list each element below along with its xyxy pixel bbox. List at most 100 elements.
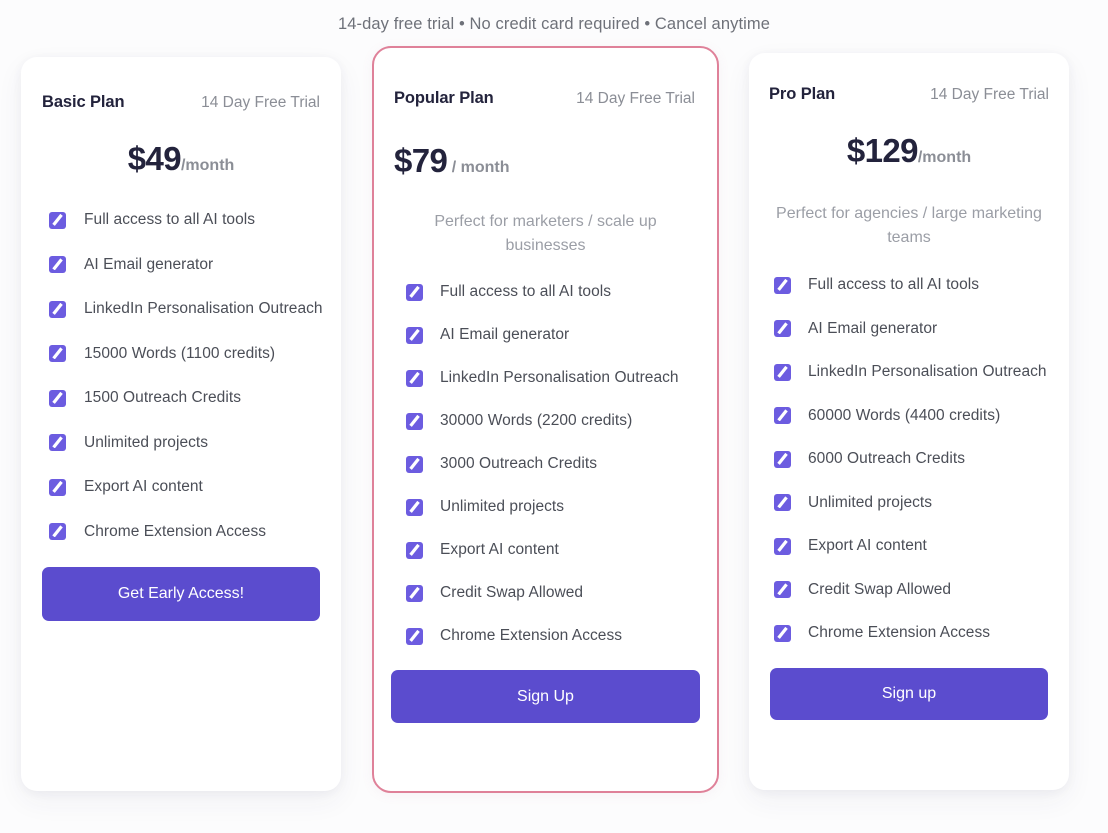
sign-up-button-popular[interactable]: Sign Up xyxy=(391,670,700,723)
card-header-pro: Pro Plan 14 Day Free Trial xyxy=(769,85,1049,104)
feature-label: LinkedIn Personalisation Outreach xyxy=(440,369,679,386)
check-slash-icon xyxy=(774,276,791,294)
check-slash-icon xyxy=(49,300,66,318)
check-slash-icon xyxy=(406,498,423,516)
feature-label: Chrome Extension Access xyxy=(808,624,991,641)
list-item: Full access to all AI tools xyxy=(49,211,341,229)
list-item: Credit Swap Allowed xyxy=(406,584,717,602)
feature-label: Export AI content xyxy=(440,541,559,558)
price-amount-popular: $79 xyxy=(394,142,448,179)
feature-label: Full access to all AI tools xyxy=(84,211,256,228)
list-item: Export AI content xyxy=(774,537,1069,555)
check-slash-icon xyxy=(406,627,423,645)
list-item: 30000 Words (2200 credits) xyxy=(406,412,717,430)
list-item: Export AI content xyxy=(49,478,341,496)
check-slash-icon xyxy=(406,369,423,387)
list-item: AI Email generator xyxy=(406,326,717,344)
list-item: Chrome Extension Access xyxy=(406,627,717,645)
price-pro: $129/month xyxy=(749,132,1069,170)
check-slash-icon xyxy=(774,537,791,555)
feature-label: Full access to all AI tools xyxy=(440,283,612,300)
list-item: 3000 Outreach Credits xyxy=(406,455,717,473)
price-amount-pro: $129 xyxy=(846,132,919,169)
list-item: LinkedIn Personalisation Outreach xyxy=(49,300,341,318)
feature-label: Chrome Extension Access xyxy=(84,522,267,540)
feature-label: Unlimited projects xyxy=(808,493,933,511)
pricing-card-pro: Pro Plan 14 Day Free Trial $129/month Pe… xyxy=(749,53,1069,790)
check-slash-icon xyxy=(774,320,791,337)
pricing-card-basic: Basic Plan 14 Day Free Trial $49/month F… xyxy=(21,57,341,791)
list-item: Credit Swap Allowed xyxy=(774,581,1069,599)
check-slash-icon xyxy=(406,412,423,430)
plan-name-popular: Popular Plan xyxy=(394,89,494,107)
check-slash-icon xyxy=(49,434,66,451)
list-item: Chrome Extension Access xyxy=(774,624,1069,642)
price-popular: $79 / month xyxy=(394,142,717,180)
price-amount-basic: $49 xyxy=(127,140,182,177)
check-slash-icon xyxy=(774,624,791,642)
plan-subtitle-pro: Perfect for agencies / large marketing t… xyxy=(776,205,1042,246)
feature-label: Export AI content xyxy=(808,537,927,554)
feature-label: 30000 Words (2200 credits) xyxy=(440,412,633,429)
check-slash-icon xyxy=(774,450,791,468)
feature-label: AI Email generator xyxy=(84,255,214,273)
check-slash-icon xyxy=(49,345,66,362)
check-slash-icon xyxy=(406,584,423,602)
check-slash-icon xyxy=(49,478,66,496)
list-item: LinkedIn Personalisation Outreach xyxy=(774,363,1069,381)
check-slash-icon xyxy=(49,256,66,273)
sign-up-button-pro[interactable]: Sign up xyxy=(770,667,1048,720)
price-period-popular: / month xyxy=(447,159,510,176)
check-slash-icon xyxy=(774,363,791,381)
list-item: Chrome Extension Access xyxy=(49,523,341,541)
list-item: Full access to all AI tools xyxy=(774,276,1069,294)
list-item: 15000 Words (1100 credits) xyxy=(49,345,341,363)
list-item: Full access to all AI tools xyxy=(406,283,717,301)
price-period-pro: /month xyxy=(917,149,972,166)
feature-list-pro: Full access to all AI tools AI Email gen… xyxy=(749,276,1069,642)
list-item: 60000 Words (4400 credits) xyxy=(774,407,1069,425)
check-slash-icon xyxy=(49,389,66,407)
price-basic: $49/month xyxy=(21,140,341,178)
list-item: AI Email generator xyxy=(774,320,1069,338)
check-slash-icon xyxy=(49,523,66,540)
trial-badge-basic: 14 Day Free Trial xyxy=(201,94,320,111)
list-item: Unlimited projects xyxy=(406,498,717,516)
get-early-access-button[interactable]: Get Early Access! xyxy=(42,567,320,621)
feature-label: 60000 Words (4400 credits) xyxy=(808,406,1001,424)
feature-label: Credit Swap Allowed xyxy=(440,584,584,601)
feature-label: Credit Swap Allowed xyxy=(808,580,952,598)
feature-label: LinkedIn Personalisation Outreach xyxy=(808,363,1047,380)
feature-label: 3000 Outreach Credits xyxy=(440,455,597,472)
feature-label: 1500 Outreach Credits xyxy=(84,389,241,406)
plan-name-pro: Pro Plan xyxy=(769,85,836,103)
check-slash-icon xyxy=(774,494,791,511)
pricing-card-popular: Popular Plan 14 Day Free Trial $79 / mon… xyxy=(372,46,719,793)
trial-badge-popular: 14 Day Free Trial xyxy=(576,90,695,107)
feature-label: Unlimited projects xyxy=(84,433,209,451)
list-item: Unlimited projects xyxy=(49,434,341,452)
feature-label: Chrome Extension Access xyxy=(440,627,623,644)
feature-label: AI Email generator xyxy=(440,326,570,343)
plan-name-basic: Basic Plan xyxy=(42,93,125,111)
list-item: 6000 Outreach Credits xyxy=(774,450,1069,468)
list-item: Export AI content xyxy=(406,541,717,559)
trial-badge-pro: 14 Day Free Trial xyxy=(930,86,1049,103)
check-slash-icon xyxy=(406,326,423,344)
plan-subtitle-popular: Perfect for marketers / scale up busines… xyxy=(434,213,657,254)
feature-label: 6000 Outreach Credits xyxy=(808,450,965,467)
feature-list-basic: Full access to all AI tools AI Email gen… xyxy=(21,211,341,541)
check-slash-icon xyxy=(406,541,423,559)
list-item: 1500 Outreach Credits xyxy=(49,389,341,407)
list-item: LinkedIn Personalisation Outreach xyxy=(406,369,717,387)
feature-label: Export AI content xyxy=(84,478,203,495)
check-slash-icon xyxy=(406,455,423,473)
feature-label: AI Email generator xyxy=(808,319,938,337)
check-slash-icon xyxy=(406,283,423,301)
feature-label: LinkedIn Personalisation Outreach xyxy=(84,300,323,317)
feature-label: Unlimited projects xyxy=(440,498,565,515)
card-header-popular: Popular Plan 14 Day Free Trial xyxy=(394,89,695,108)
list-item: AI Email generator xyxy=(49,256,341,274)
feature-list-popular: Full access to all AI tools AI Email gen… xyxy=(374,283,717,645)
feature-label: Full access to all AI tools xyxy=(808,276,980,293)
